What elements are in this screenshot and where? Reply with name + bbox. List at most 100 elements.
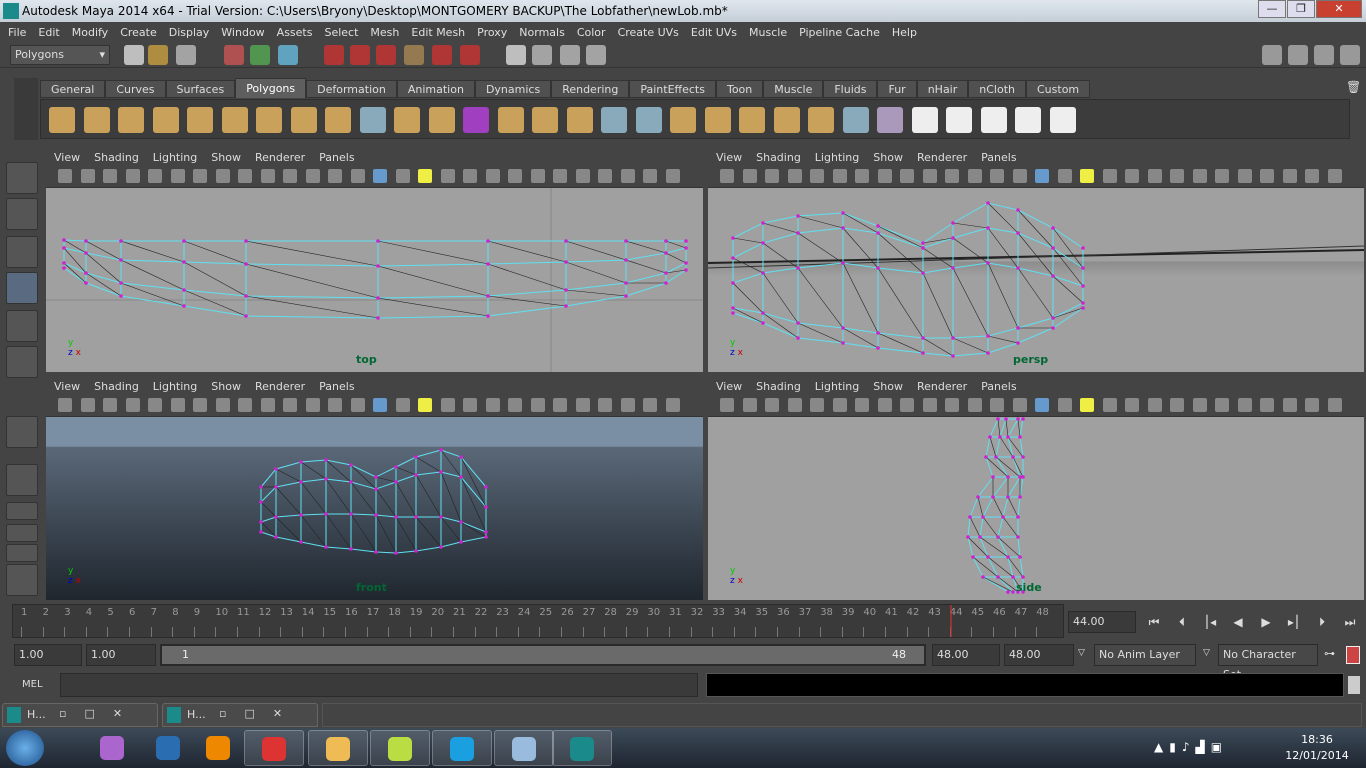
start-button[interactable] <box>6 730 44 766</box>
step-forward-key-button[interactable]: ▸⎮ <box>1283 612 1305 632</box>
shelf-tool-icon[interactable] <box>773 107 800 133</box>
panel-menu-show[interactable]: Show <box>211 380 241 393</box>
panel-tool-icon[interactable] <box>1035 398 1049 412</box>
panel-tool-icon[interactable] <box>283 169 297 183</box>
shelf-tab-deformation[interactable]: Deformation <box>306 80 397 98</box>
panel-tool-icon[interactable] <box>80 169 95 183</box>
panel-tool-icon[interactable] <box>485 398 500 412</box>
menu-edit-uvs[interactable]: Edit UVs <box>691 26 737 39</box>
shelf-tab-nhair[interactable]: nHair <box>916 80 969 98</box>
panel-tool-icon[interactable] <box>1012 169 1027 183</box>
panel-menu-lighting[interactable]: Lighting <box>815 380 859 393</box>
panel-tool-icon[interactable] <box>575 169 590 183</box>
select-tool-icon[interactable] <box>6 162 38 194</box>
panel-tool-icon[interactable] <box>877 169 892 183</box>
shelf-tab-surfaces[interactable]: Surfaces <box>165 80 236 98</box>
panel-menu-lighting[interactable]: Lighting <box>153 151 197 164</box>
panel-tool-icon[interactable] <box>373 398 387 412</box>
shelf-tool-icon[interactable] <box>566 107 593 133</box>
panel-toggle-icon[interactable] <box>1288 45 1308 65</box>
panel-tool-icon[interactable] <box>530 398 545 412</box>
status-tool-icon[interactable] <box>148 45 168 65</box>
panel-tool-icon[interactable] <box>990 398 1004 412</box>
shelf-tool-icon[interactable] <box>911 107 938 133</box>
shelf-tool-icon[interactable] <box>704 107 731 133</box>
panel-tool-icon[interactable] <box>765 398 779 412</box>
paint-select-tool-icon[interactable] <box>6 236 38 268</box>
panel-tool-icon[interactable] <box>1125 169 1139 183</box>
viewport-side[interactable]: yz x side <box>708 417 1364 600</box>
panel-tool-icon[interactable] <box>125 398 140 412</box>
panel-tool-icon[interactable] <box>1102 398 1117 412</box>
panel-tool-icon[interactable] <box>58 169 72 183</box>
panel-tool-icon[interactable] <box>328 398 342 412</box>
panel-toggle-icon[interactable] <box>1340 45 1360 65</box>
shelf-tool-icon[interactable] <box>428 107 455 133</box>
panel-menu-panels[interactable]: Panels <box>319 151 354 164</box>
panel-tool-icon[interactable] <box>1237 169 1252 183</box>
shelf-tab-painteffects[interactable]: PaintEffects <box>629 80 716 98</box>
taskbar-maya-icon[interactable] <box>552 730 612 766</box>
panel-tool-icon[interactable] <box>1080 398 1094 412</box>
panel-tool-icon[interactable] <box>787 169 802 183</box>
shelf-tab-custom[interactable]: Custom <box>1026 80 1091 98</box>
panel-menu-shading[interactable]: Shading <box>756 151 801 164</box>
panel-tool-icon[interactable] <box>148 169 162 183</box>
shelf-tool-icon[interactable] <box>808 107 834 133</box>
command-line-input[interactable] <box>60 673 698 697</box>
panel-tool-icon[interactable] <box>463 169 477 183</box>
panel-tool-icon[interactable] <box>440 398 455 412</box>
shelf-tool-icon[interactable] <box>118 107 144 133</box>
panel-tool-icon[interactable] <box>508 169 522 183</box>
rotate-tool-icon[interactable] <box>6 310 38 342</box>
shelf-tool-icon[interactable] <box>980 107 1007 133</box>
panel-tool-icon[interactable] <box>1170 169 1184 183</box>
shelf-tab-polygons[interactable]: Polygons <box>235 78 307 98</box>
panel-menu-view[interactable]: View <box>716 151 742 164</box>
panel-tool-icon[interactable] <box>720 398 734 412</box>
panel-menu-panels[interactable]: Panels <box>981 151 1016 164</box>
shelf-tab-dynamics[interactable]: Dynamics <box>474 80 552 98</box>
status-tool-icon[interactable] <box>278 45 298 65</box>
panel-tool-icon[interactable] <box>305 398 320 412</box>
panel-tool-icon[interactable] <box>665 398 680 412</box>
panel-tool-icon[interactable] <box>238 169 252 183</box>
menu-mesh[interactable]: Mesh <box>370 26 399 39</box>
shelf-tool-icon[interactable] <box>256 107 282 133</box>
panel-toggle-icon[interactable] <box>1314 45 1334 65</box>
time-slider[interactable]: 1 2 3 4 5 6 7 8 9 10 11 12 13 14 15 16 17 18 19 20 21 22 23 24 2… <box>12 604 1064 638</box>
panel-tool-icon[interactable] <box>1327 169 1342 183</box>
panel-tool-icon[interactable] <box>787 398 802 412</box>
menu-pipeline-cache[interactable]: Pipeline Cache <box>799 26 880 39</box>
layout-outliner-icon[interactable] <box>6 544 38 562</box>
panel-tool-icon[interactable] <box>260 169 275 183</box>
shelf-tool-icon[interactable] <box>83 107 110 133</box>
panel-tool-icon[interactable] <box>193 169 207 183</box>
panel-tool-icon[interactable] <box>742 398 757 412</box>
panel-tool-icon[interactable] <box>877 398 892 412</box>
shelf-tab-animation[interactable]: Animation <box>396 80 475 98</box>
lasso-tool-icon[interactable] <box>6 198 38 230</box>
panel-tool-icon[interactable] <box>395 398 410 412</box>
panel-tool-icon[interactable] <box>720 169 734 183</box>
shelf-tool-icon[interactable] <box>670 107 696 133</box>
status-tool-icon[interactable] <box>250 45 270 65</box>
panel-menu-show[interactable]: Show <box>873 380 903 393</box>
shelf-tab-toon[interactable]: Toon <box>715 80 764 98</box>
status-tool-icon[interactable] <box>506 45 526 65</box>
shelf-tab-general[interactable]: General <box>40 80 106 98</box>
current-time-indicator[interactable] <box>949 605 952 637</box>
shelf-tool-icon[interactable] <box>635 107 662 133</box>
panel-tool-icon[interactable] <box>1327 398 1342 412</box>
panel-tool-icon[interactable] <box>967 169 982 183</box>
panel-tool-icon[interactable] <box>575 398 590 412</box>
panel-tool-icon[interactable] <box>810 169 824 183</box>
maximize-button[interactable]: ❐ <box>1287 0 1315 18</box>
taskbar-winrar-icon[interactable] <box>82 730 142 766</box>
menu-create[interactable]: Create <box>120 26 157 39</box>
panel-tool-icon[interactable] <box>598 398 612 412</box>
anim-layer-dropdown[interactable]: No Anim Layer <box>1094 644 1196 666</box>
panel-tool-icon[interactable] <box>1305 398 1319 412</box>
panel-menu-shading[interactable]: Shading <box>94 380 139 393</box>
panel-tool-icon[interactable] <box>508 398 522 412</box>
